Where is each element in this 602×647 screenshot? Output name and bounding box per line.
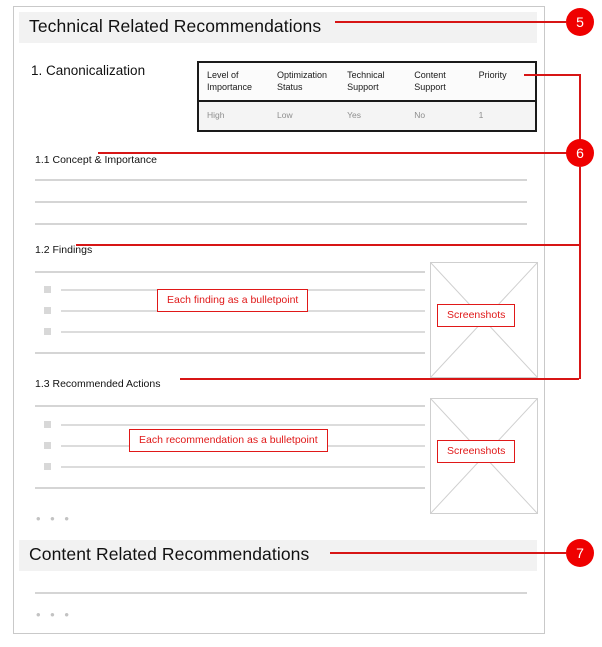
section-header-content: Content Related Recommendations	[19, 540, 537, 571]
spec-value-level-of-importance: High	[199, 101, 270, 131]
spec-table-header-row: Level of Importance Optimization Status …	[199, 63, 535, 103]
continuation-ellipsis-findings: • • •	[36, 511, 72, 526]
text-rule	[35, 352, 425, 354]
annotation-finding-bulletpoint: Each finding as a bulletpoint	[157, 289, 309, 312]
leader-line-callout-6-trunk-lower	[579, 167, 581, 379]
text-rule	[61, 424, 425, 426]
text-rule	[35, 592, 527, 594]
spec-value-technical-support: Yes	[339, 101, 407, 131]
spec-value-content-support: No	[406, 101, 471, 131]
bullet-marker	[44, 463, 51, 470]
leader-line-callout-7	[330, 552, 566, 554]
spec-col-optimization-status: Optimization Status	[269, 63, 340, 103]
table-row: High Low Yes No 1	[199, 101, 535, 131]
callout-badge-7[interactable]: 7	[566, 539, 594, 567]
leader-line-callout-6-concept	[98, 152, 568, 154]
bullet-marker	[44, 307, 51, 314]
leader-line-callout-6-findings	[76, 244, 579, 246]
bullet-marker	[44, 421, 51, 428]
text-rule	[35, 223, 527, 225]
bullet-marker	[44, 286, 51, 293]
subsection-heading-recommended-actions: 1.3 Recommended Actions	[35, 378, 161, 390]
leader-line-callout-6-actions	[180, 378, 579, 380]
text-rule	[35, 201, 527, 203]
spec-col-level-of-importance: Level of Importance	[199, 63, 270, 103]
section-title-technical: Technical Related Recommendations	[29, 16, 322, 36]
bullet-marker	[44, 328, 51, 335]
section-title-content: Content Related Recommendations	[29, 544, 310, 564]
spec-col-content-support: Content Support	[406, 63, 471, 103]
text-rule	[35, 487, 425, 489]
callout-badge-5[interactable]: 5	[566, 8, 594, 36]
leader-line-callout-5	[335, 21, 566, 23]
continuation-ellipsis-content: • • •	[36, 607, 72, 622]
annotation-actions-screenshots: Screenshots	[437, 440, 516, 463]
text-rule	[61, 466, 425, 468]
subsection-heading-concept: 1.1 Concept & Importance	[35, 154, 157, 166]
spec-value-priority: 1	[470, 101, 535, 131]
section-header-technical: Technical Related Recommendations	[19, 12, 537, 43]
topic-title-canonicalization: 1. Canonicalization	[31, 63, 146, 78]
leader-line-callout-6-table	[524, 74, 581, 76]
text-rule	[35, 405, 425, 407]
bullet-marker	[44, 442, 51, 449]
annotation-findings-screenshots: Screenshots	[437, 304, 516, 327]
callout-badge-6[interactable]: 6	[566, 139, 594, 167]
wireframe-screen: Technical Related Recommendations 1. Can…	[0, 0, 602, 647]
text-rule	[35, 179, 527, 181]
text-rule	[35, 271, 425, 273]
spec-col-priority: Priority	[470, 63, 535, 103]
text-rule	[61, 331, 425, 333]
spec-value-optimization-status: Low	[269, 101, 340, 131]
annotation-recommendation-bulletpoint: Each recommendation as a bulletpoint	[129, 429, 328, 452]
spec-table: Level of Importance Optimization Status …	[197, 61, 537, 133]
spec-col-technical-support: Technical Support	[339, 63, 407, 103]
